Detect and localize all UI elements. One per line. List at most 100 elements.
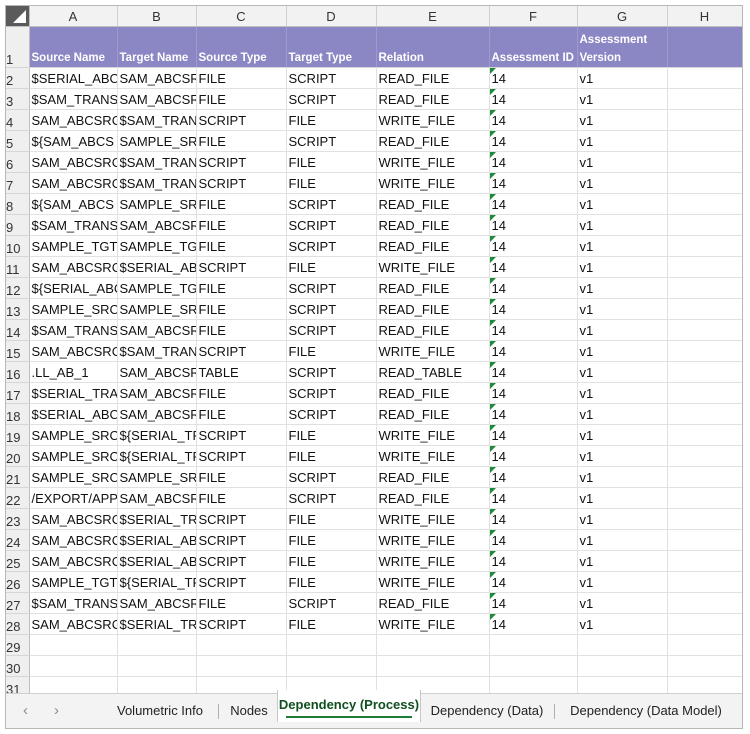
cell[interactable]: FILE [286, 256, 377, 278]
row-header[interactable]: 22 [6, 487, 30, 509]
cell[interactable]: 14 [489, 613, 578, 635]
cell[interactable]: SAMPLE_TG [117, 277, 197, 299]
cell[interactable] [117, 676, 197, 693]
cell[interactable]: v1 [577, 214, 668, 236]
row-header[interactable]: 1 [6, 26, 30, 68]
cell[interactable]: 14 [489, 529, 578, 551]
cell[interactable]: v1 [577, 88, 668, 110]
sheet-tab[interactable]: Nodes [219, 694, 279, 728]
cell[interactable]: SAMPLE_SRC [29, 424, 118, 446]
cell[interactable]: SCRIPT [286, 235, 377, 257]
header-cell[interactable]: Assessment Version [577, 26, 668, 68]
row-header[interactable]: 27 [6, 592, 30, 614]
cell[interactable]: v1 [577, 298, 668, 320]
cell[interactable]: FILE [196, 592, 287, 614]
cell[interactable] [117, 655, 197, 677]
cell[interactable]: SAM_ABCSR [117, 361, 197, 383]
header-cell[interactable]: Target Type [286, 26, 377, 68]
cell[interactable]: SAMPLE_TGT_ [29, 571, 118, 593]
cell[interactable]: SCRIPT [196, 256, 287, 278]
sheet-tab[interactable]: Dependency (Data Model) [555, 694, 737, 728]
cell[interactable]: v1 [577, 256, 668, 278]
cell[interactable]: WRITE_FILE [376, 529, 490, 551]
row-header[interactable]: 26 [6, 571, 30, 593]
cell[interactable]: 14 [489, 508, 578, 530]
cell[interactable]: SAM_ABCSR [117, 487, 197, 509]
column-header-e[interactable]: E [376, 6, 490, 27]
cell[interactable]: READ_FILE [376, 214, 490, 236]
cell[interactable]: SAM_ABCSRC [29, 151, 118, 173]
cell[interactable]: FILE [196, 487, 287, 509]
cell[interactable]: SCRIPT [286, 592, 377, 614]
cell[interactable]: SAM_ABCSR [117, 592, 197, 614]
cell[interactable]: READ_FILE [376, 88, 490, 110]
cell[interactable]: v1 [577, 529, 668, 551]
cell[interactable]: v1 [577, 193, 668, 215]
cell[interactable] [577, 676, 668, 693]
cell[interactable]: $SERIAL_AB [117, 529, 197, 551]
cell[interactable] [667, 361, 742, 383]
cell[interactable]: SCRIPT [286, 67, 377, 89]
cell[interactable] [667, 109, 742, 131]
cell[interactable]: SAM_ABCSRC [29, 256, 118, 278]
cell[interactable]: READ_FILE [376, 130, 490, 152]
row-header[interactable]: 21 [6, 466, 30, 488]
cell[interactable]: SCRIPT [286, 487, 377, 509]
cell[interactable] [29, 634, 118, 656]
cell[interactable]: SCRIPT [286, 361, 377, 383]
cell[interactable]: FILE [196, 403, 287, 425]
cell[interactable]: SCRIPT [286, 382, 377, 404]
cell[interactable]: SCRIPT [286, 193, 377, 215]
cell[interactable]: FILE [286, 445, 377, 467]
cell[interactable]: 14 [489, 424, 578, 446]
cell[interactable]: FILE [196, 130, 287, 152]
cell[interactable]: FILE [196, 214, 287, 236]
row-header[interactable]: 5 [6, 130, 30, 152]
cell[interactable]: FILE [196, 67, 287, 89]
cell[interactable]: SAM_ABCSR [117, 88, 197, 110]
cell[interactable]: SAMPLE_SR [117, 130, 197, 152]
cell[interactable]: SAM_ABCSRC [29, 508, 118, 530]
cell[interactable] [667, 487, 742, 509]
cell[interactable]: v1 [577, 340, 668, 362]
column-header-f[interactable]: F [489, 6, 578, 27]
cell[interactable] [577, 634, 668, 656]
cell[interactable]: SAM_ABCSR [117, 382, 197, 404]
row-header[interactable]: 16 [6, 361, 30, 383]
cell[interactable]: WRITE_FILE [376, 151, 490, 173]
cell[interactable]: FILE [196, 277, 287, 299]
cell[interactable]: WRITE_FILE [376, 550, 490, 572]
cell[interactable]: FILE [196, 382, 287, 404]
row-header[interactable]: 6 [6, 151, 30, 173]
cell[interactable] [489, 676, 578, 693]
cell[interactable]: SCRIPT [286, 319, 377, 341]
cell[interactable]: v1 [577, 235, 668, 257]
cell[interactable]: 14 [489, 445, 578, 467]
cell[interactable]: SCRIPT [286, 403, 377, 425]
cell[interactable]: v1 [577, 550, 668, 572]
cell[interactable]: v1 [577, 172, 668, 194]
cell[interactable]: v1 [577, 109, 668, 131]
cell[interactable]: v1 [577, 319, 668, 341]
cell[interactable]: FILE [196, 466, 287, 488]
cell[interactable] [667, 382, 742, 404]
cell[interactable]: SAMPLE_TG [117, 235, 197, 257]
cell[interactable]: v1 [577, 424, 668, 446]
cell[interactable]: SCRIPT [196, 529, 287, 551]
cell[interactable]: v1 [577, 382, 668, 404]
cell[interactable]: 14 [489, 550, 578, 572]
cell[interactable]: FILE [196, 193, 287, 215]
cell[interactable]: READ_FILE [376, 592, 490, 614]
worksheet-grid[interactable]: ABCDEFGH 1 Source Name Target Name Source T… [6, 6, 742, 693]
cell[interactable] [667, 172, 742, 194]
cell[interactable]: TABLE [196, 361, 287, 383]
cell[interactable]: SAM_ABCSRC [29, 529, 118, 551]
cell[interactable]: 14 [489, 256, 578, 278]
cell[interactable]: SAMPLE_SR [117, 193, 197, 215]
cell[interactable]: $SAM_TRANS [29, 319, 118, 341]
row-header[interactable]: 9 [6, 214, 30, 236]
select-all-button[interactable] [6, 6, 30, 27]
cell[interactable]: v1 [577, 466, 668, 488]
row-header[interactable]: 23 [6, 508, 30, 530]
cell[interactable] [667, 256, 742, 278]
